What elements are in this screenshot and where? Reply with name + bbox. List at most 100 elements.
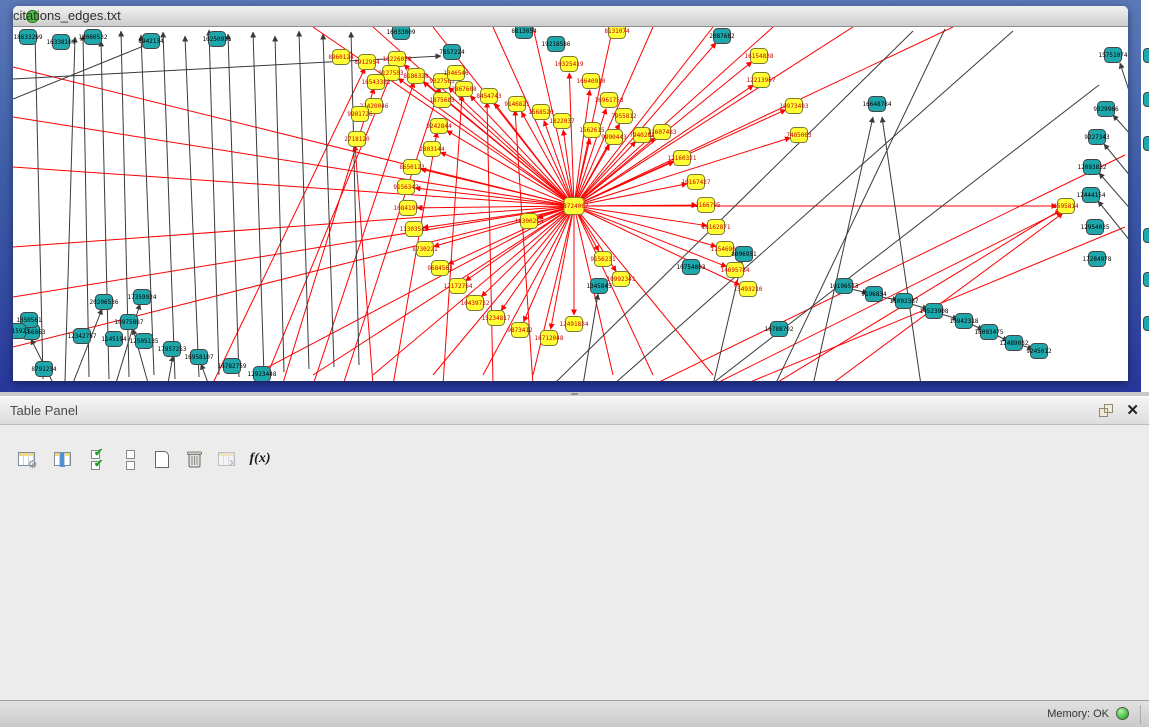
graph-node-label: 8813054 xyxy=(511,28,537,35)
graph-node-label: 9196834 xyxy=(861,291,887,298)
graph-node-label: 7485063 xyxy=(786,132,812,139)
select-all-rows-button[interactable]: ✔ ✔ xyxy=(84,445,112,473)
background-network-strip xyxy=(1141,0,1149,392)
graph-edge[interactable] xyxy=(323,34,334,367)
graph-node-label: 9245012 xyxy=(1026,348,1052,355)
graph-node-label: 8791234 xyxy=(31,366,57,373)
graph-node-label: 9901726 xyxy=(347,111,373,118)
graph-node-label: 10250931 xyxy=(203,36,232,43)
graph-edge[interactable] xyxy=(13,43,151,99)
graph-node-label: 16712048 xyxy=(535,335,564,342)
graph-edge[interactable] xyxy=(228,34,239,377)
graph-node-label: 12172764 xyxy=(444,283,473,290)
graph-edge[interactable] xyxy=(65,37,75,381)
graph-node-label: 19218586 xyxy=(542,41,571,48)
graph-node-label: 8186328 xyxy=(403,73,429,80)
graph-edge[interactable] xyxy=(1104,144,1128,177)
graph-edge[interactable] xyxy=(275,36,284,372)
graph-node-label: 8730221 xyxy=(412,246,438,253)
graph-edge[interactable] xyxy=(213,68,365,381)
network-view-frame: citations_edges.txt 89601248912954182260… xyxy=(0,0,1141,392)
memory-status: Memory: OK xyxy=(1047,708,1109,721)
graph-node-label: 17284978 xyxy=(1083,256,1112,263)
float-panel-button[interactable] xyxy=(1099,404,1115,418)
graph-node-label: 9227343 xyxy=(1084,134,1110,141)
graph-node-label: 12160321 xyxy=(668,155,697,162)
status-bar: Memory: OK xyxy=(0,700,1149,727)
graph-edge[interactable] xyxy=(713,211,1061,381)
graph-edge[interactable] xyxy=(574,162,674,206)
graph-edge[interactable] xyxy=(713,85,1099,381)
delete-column-button[interactable] xyxy=(180,445,208,473)
graph-edge[interactable] xyxy=(163,32,175,379)
graph-node-label: 16543382 xyxy=(362,79,391,86)
graph-node-label: 10167427 xyxy=(682,179,711,186)
graph-node-label: 1346546 xyxy=(443,70,469,77)
select-columns-button[interactable] xyxy=(48,445,76,473)
function-builder-button[interactable]: f(x) xyxy=(246,445,274,473)
new-column-button[interactable] xyxy=(148,445,176,473)
graph-edge[interactable] xyxy=(13,117,574,206)
delete-table-button[interactable]: ✕ xyxy=(212,445,240,473)
graph-node-label: 15234817 xyxy=(482,315,511,322)
clear-row-selection-button[interactable] xyxy=(117,445,145,473)
graph-node-label: 2803144 xyxy=(419,146,445,153)
column-settings-button[interactable]: ⚙ xyxy=(12,445,40,473)
graph-node-label: 12093832 xyxy=(1078,164,1107,171)
graph-node-label: 11092387 xyxy=(890,298,919,305)
graph-edge[interactable] xyxy=(447,131,574,206)
graph-edge[interactable] xyxy=(775,29,945,381)
graph-edge[interactable] xyxy=(13,167,574,206)
memory-indicator[interactable] xyxy=(1116,707,1129,720)
graph-edge[interactable] xyxy=(201,364,208,381)
clipped-graph-node xyxy=(1143,316,1149,331)
graph-node-label: 18633209 xyxy=(14,34,43,41)
graph-node-label: 16782759 xyxy=(218,363,247,370)
clipped-graph-node xyxy=(1143,228,1149,243)
graph-node-label: 10754893 xyxy=(677,264,706,271)
trash-icon xyxy=(186,449,203,469)
graph-edge[interactable] xyxy=(583,294,598,381)
graph-edge[interactable] xyxy=(574,206,653,375)
graph-edge[interactable] xyxy=(299,31,309,369)
close-panel-button[interactable]: ✕ xyxy=(1126,401,1139,421)
graph-edge[interactable] xyxy=(1113,115,1128,135)
graph-node-label: 1568520 xyxy=(528,109,554,116)
graph-node-label: 10973493 xyxy=(780,103,809,110)
graph-node-label: 16648784 xyxy=(863,101,892,108)
graph-node-label: 11303548 xyxy=(400,226,429,233)
graph-edge[interactable] xyxy=(209,30,219,375)
graph-node-label: 12505135 xyxy=(130,338,159,345)
graph-edge[interactable] xyxy=(83,35,89,377)
network-view-window: citations_edges.txt 89601248912954182260… xyxy=(13,6,1128,381)
graph-node-label: 9156231 xyxy=(590,256,616,263)
graph-edge[interactable] xyxy=(1120,63,1128,97)
graph-node-label: 15751074 xyxy=(1099,52,1128,59)
graph-edge[interactable] xyxy=(551,206,574,329)
graph-edge[interactable] xyxy=(483,206,574,375)
graph-node-label: 12166795 xyxy=(692,202,721,209)
graph-node-label: 10196573 xyxy=(830,283,859,290)
graph-edge[interactable] xyxy=(101,41,109,379)
graph-edge[interactable] xyxy=(168,356,173,381)
graph-node-label: 2087682 xyxy=(709,33,735,40)
graph-edge[interactable] xyxy=(185,36,199,377)
graph-node-label: 17359924 xyxy=(128,294,157,301)
network-canvas[interactable]: 8960124891295418226058912750316543382818… xyxy=(13,27,1128,381)
graph-edge[interactable] xyxy=(253,32,264,375)
graph-node-label: 14695784 xyxy=(721,267,750,274)
table-panel-body: ⚙ ✔ ✔ xyxy=(0,425,1149,700)
window-titlebar[interactable]: citations_edges.txt xyxy=(13,6,1128,27)
application-window: citations_edges.txt 89601248912954182260… xyxy=(0,0,1149,727)
graph-edge[interactable] xyxy=(882,117,921,381)
graph-node-label: 1345845 xyxy=(586,283,612,290)
clipped-graph-node xyxy=(1143,136,1149,151)
graph-node-label: 8650123 xyxy=(399,164,425,171)
graph-edge[interactable] xyxy=(313,206,574,375)
graph-node-label: 16338109 xyxy=(47,39,76,46)
clipped-graph-node xyxy=(1143,92,1149,107)
graph-node-label: 16093475 xyxy=(975,329,1004,336)
graph-node-label: 12923448 xyxy=(248,371,277,378)
graph-edge[interactable] xyxy=(813,117,873,381)
graph-node-label: 18724007 xyxy=(560,203,589,210)
